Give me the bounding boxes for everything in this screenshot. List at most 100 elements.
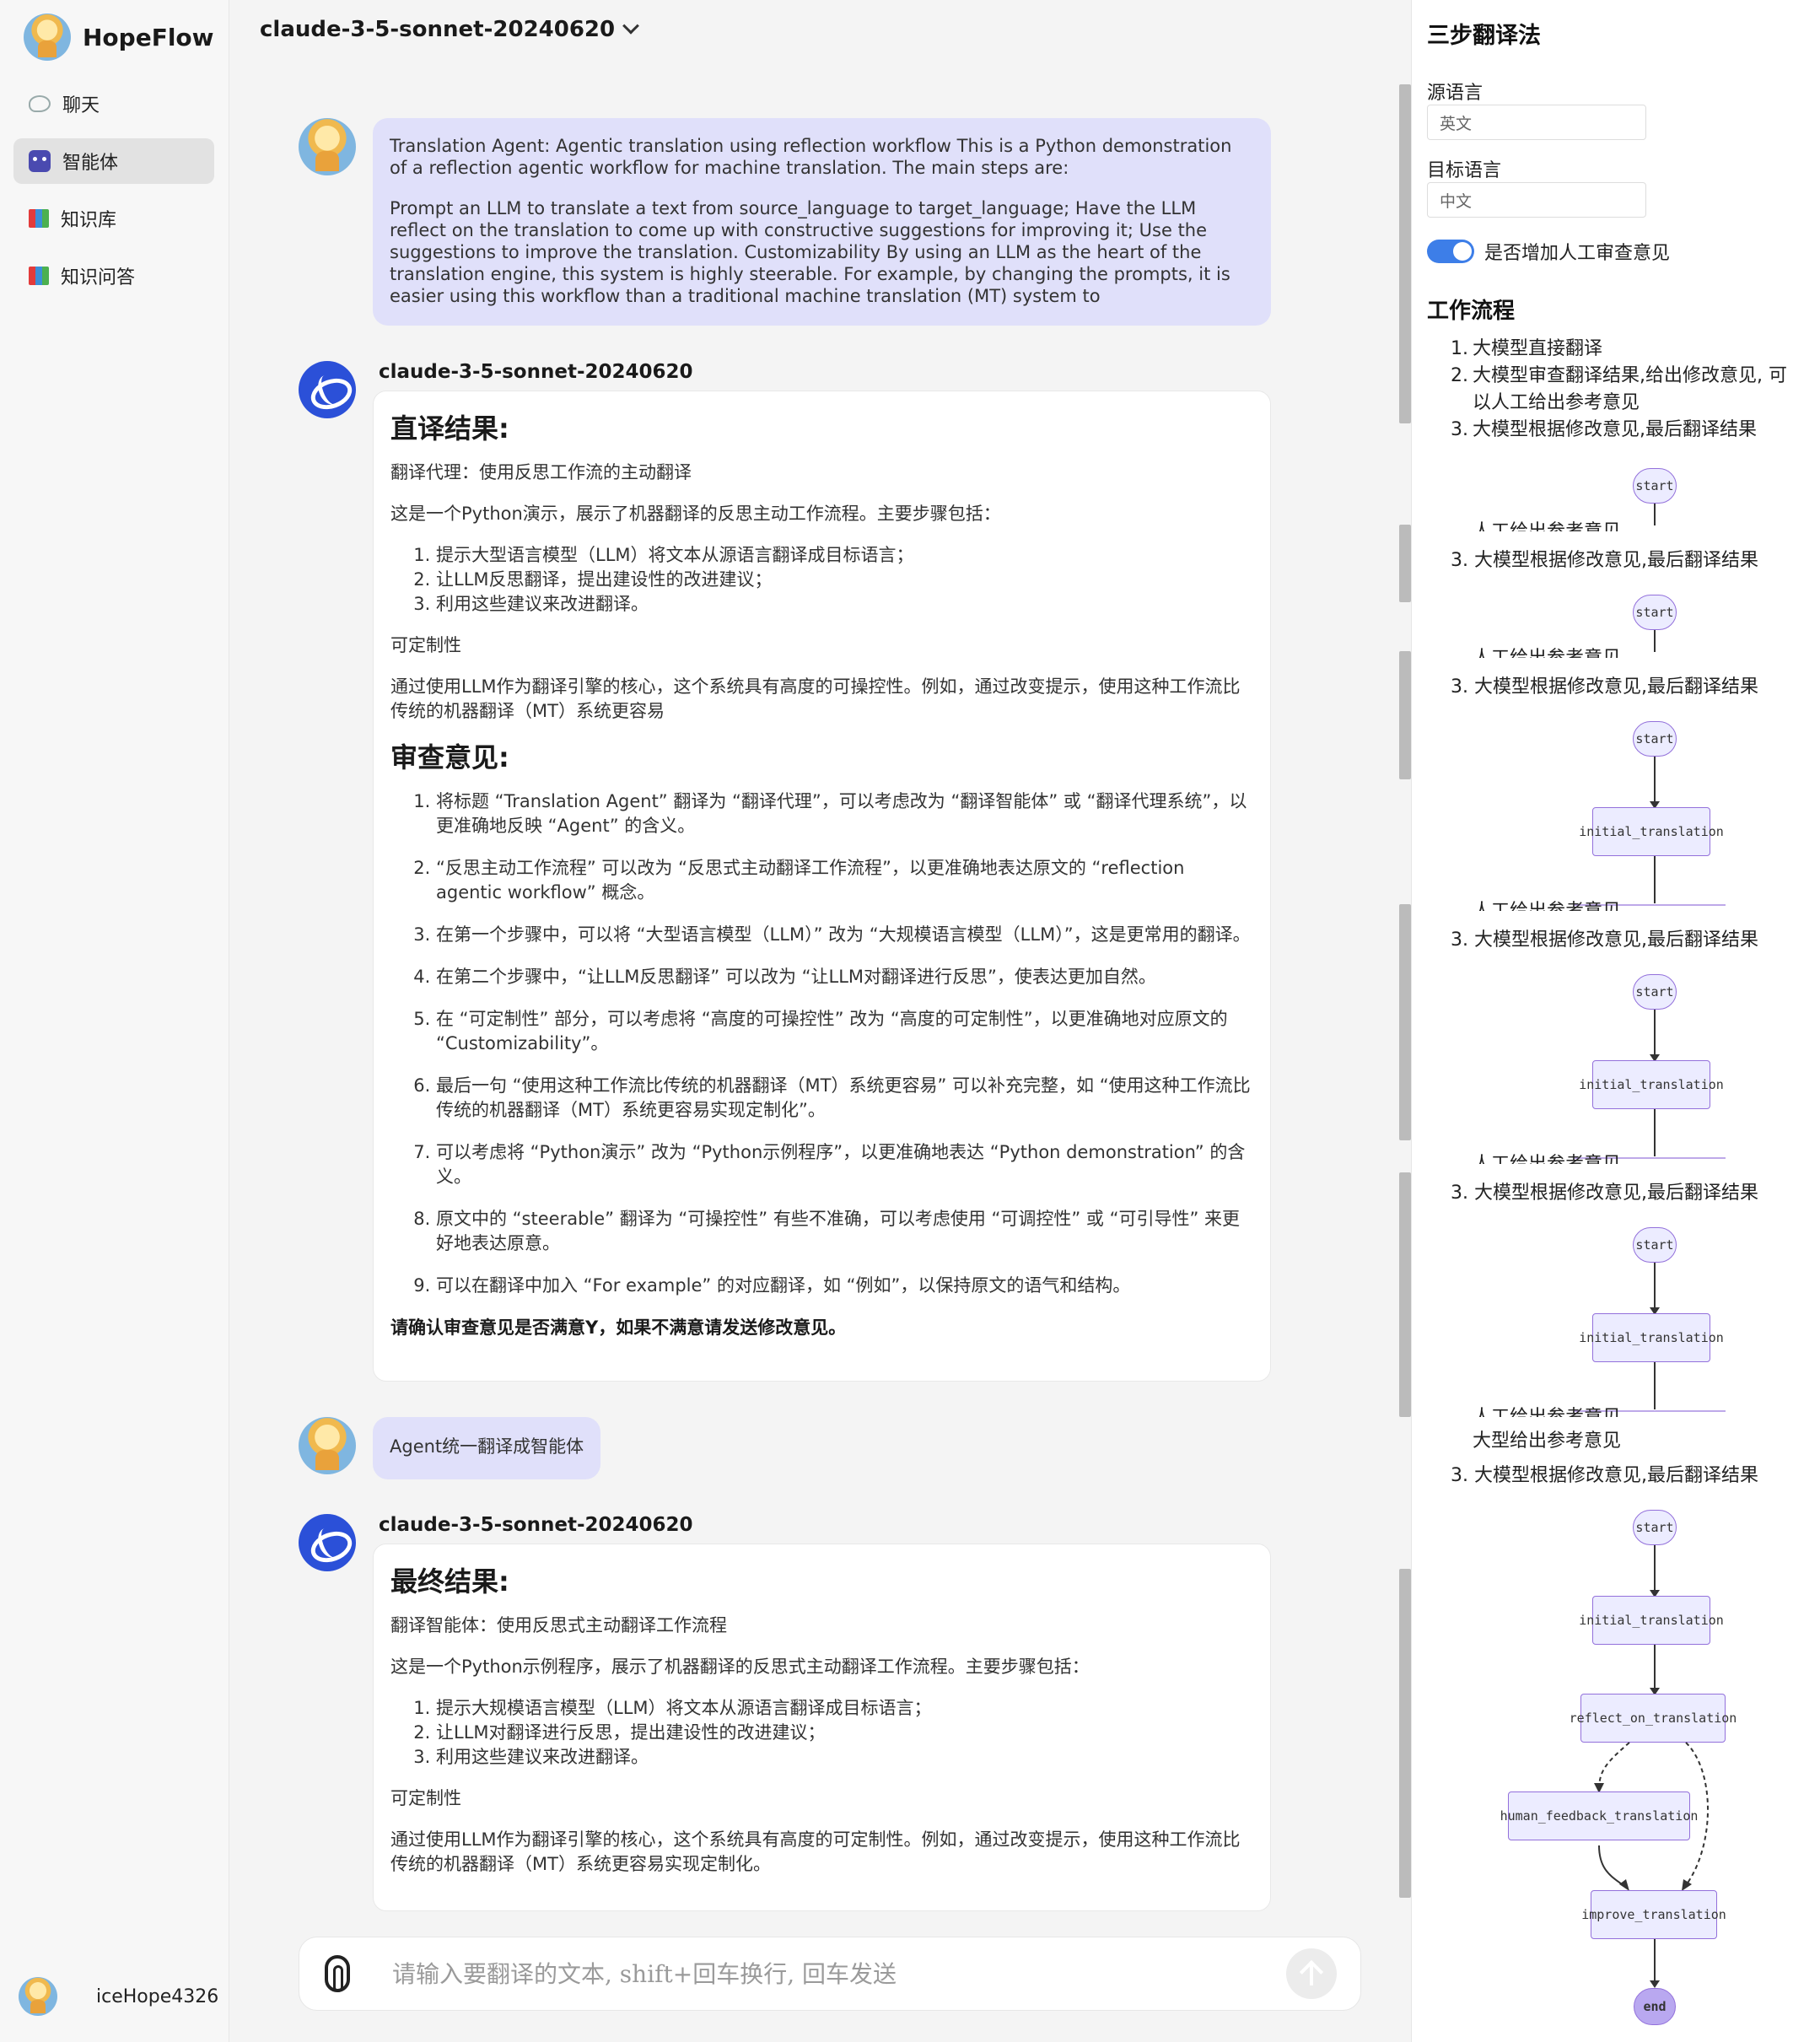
agent-config-panel: 三步翻译法 源语言 目标语言 是否增加人工审查意见 工作流程 1.大模型直接翻译…: [1411, 0, 1820, 2042]
flow-edge: [1650, 1939, 1660, 1988]
message-composer: [299, 1937, 1361, 2011]
bot-name: claude-3-5-sonnet-20240620: [379, 1514, 693, 1536]
workflow-step-repeat: 3. 大模型根据修改意见,最后翻译结果: [1451, 929, 1758, 951]
target-language-input[interactable]: [1427, 182, 1646, 218]
workflow-step: 3. 大模型根据修改意见,最后翻译结果: [1451, 419, 1757, 440]
user-avatar: [19, 1977, 57, 2016]
list-item: 将标题 “Translation Agent” 翻译为 “翻译代理”，可以考虑改…: [436, 789, 1253, 838]
books-icon: [29, 209, 49, 228]
bot-avatar: [299, 361, 356, 418]
workflow-step-repeat: 3. 大模型根据修改意见,最后翻译结果: [1451, 550, 1758, 571]
chat-bubble-icon: [29, 95, 51, 112]
paragraph: 这是一个Python示例程序，展示了机器翻译的反思式主动翻译工作流程。主要步骤包…: [390, 1657, 1090, 1677]
list-item: 提示大规模语言模型（LLM）将文本从源语言翻译成目标语言；: [436, 1696, 1253, 1721]
user-message-text: Translation Agent: Agentic translation u…: [390, 136, 1232, 178]
flow-node-start: start: [1633, 721, 1677, 757]
steps-list: 提示大型语言模型（LLM）将文本从源语言翻译成目标语言； 让LLM反思翻译，提出…: [436, 543, 1253, 617]
user-message-text: Agent统一翻译成智能体: [390, 1436, 584, 1457]
source-language-label: 源语言: [1427, 83, 1483, 104]
flow-edge: [1654, 630, 1656, 652]
source-language-input[interactable]: [1427, 105, 1646, 140]
user-message: Agent统一翻译成智能体: [373, 1417, 601, 1479]
flow-node-start: start: [1633, 595, 1677, 630]
list-item: 提示大型语言模型（LLM）将文本从源语言翻译成目标语言；: [436, 543, 1253, 568]
flow-node-start: start: [1633, 1510, 1677, 1545]
flow-edge: [1654, 1109, 1656, 1156]
flow-node-initial: initial_translation: [1579, 807, 1724, 856]
message-input[interactable]: [392, 1959, 1236, 1988]
list-item: 可以在翻译中加入 “For example” 的对应翻译，如 “例如”，以保持原…: [436, 1274, 1253, 1298]
ghost-text: 人工给出参考意见: [1473, 899, 1621, 911]
flow-node-end: end: [1634, 1988, 1676, 2025]
user-message-text: Prompt an LLM to translate a text from s…: [390, 198, 1230, 306]
sidebar: HopeFlow 聊天 智能体 知识库 知识问答 iceHope4326: [0, 0, 229, 2042]
list-item: 在第二个步骤中，“让LLM反思翻译” 可以改为 “让LLM对翻译进行反思”，使表…: [436, 965, 1253, 989]
list-item: 最后一句 “使用这种工作流比传统的机器翻译（MT）系统更容易” 可以补充完整，如…: [436, 1074, 1253, 1123]
scrollbar-thumb[interactable]: [1399, 84, 1411, 423]
paragraph: 翻译代理：使用反思工作流的主动翻译: [390, 462, 692, 482]
user-message: Translation Agent: Agentic translation u…: [373, 118, 1271, 326]
list-item: 利用这些建议来改进翻译。: [436, 1745, 1253, 1770]
paragraph: 通过使用LLM作为翻译引擎的核心，这个系统具有高度的可定制性。例如，通过改变提示…: [390, 1829, 1241, 1874]
workflow-title: 工作流程: [1427, 299, 1516, 324]
flow-node-human-feedback: human_feedback_translation: [1500, 1791, 1698, 1840]
robot-icon: [26, 150, 53, 172]
target-language-label: 目标语言: [1427, 160, 1502, 181]
paragraph: 通过使用LLM作为翻译引擎的核心，这个系统具有高度的可操控性。例如，通过改变提示…: [390, 676, 1241, 721]
brand[interactable]: HopeFlow: [24, 13, 214, 61]
chat-scrollbar[interactable]: [1399, 84, 1411, 1906]
scrollbar-thumb[interactable]: [1399, 1172, 1411, 1417]
sidebar-item-label: 智能体: [62, 153, 119, 174]
sidebar-item-label: 知识库: [61, 210, 117, 231]
model-selector[interactable]: claude-3-5-sonnet-20240620: [260, 17, 640, 42]
chat-main: claude-3-5-sonnet-20240620 Translation A…: [229, 0, 1411, 2042]
flow-edge: [1654, 504, 1656, 525]
flow-edge: [1654, 856, 1656, 903]
brand-name: HopeFlow: [83, 23, 214, 51]
workflow-step: 1. 大模型直接翻译: [1451, 338, 1603, 359]
bot-message: 最终结果: 翻译智能体：使用反思式主动翻译工作流程 这是一个Python示例程序…: [373, 1544, 1271, 1911]
flow-edge: [1650, 1645, 1660, 1695]
user-avatar: [299, 1417, 356, 1474]
sidebar-item-knowledge-base[interactable]: 知识库: [13, 196, 214, 241]
bot-avatar: [299, 1514, 356, 1571]
user-avatar: [299, 118, 356, 175]
sidebar-item-agent[interactable]: 智能体: [13, 138, 214, 184]
list-item: 在第一个步骤中，可以将 “大型语言模型（LLM）” 改为 “大规模语言模型（LL…: [436, 923, 1253, 947]
flow-edge: [1650, 1263, 1660, 1315]
sidebar-item-knowledge-qa[interactable]: 知识问答: [13, 253, 214, 299]
scrollbar-thumb[interactable]: [1399, 651, 1411, 779]
sidebar-item-chat[interactable]: 聊天: [13, 81, 214, 127]
scrollbar-thumb[interactable]: [1399, 904, 1411, 1140]
list-item: 可以考虑将 “Python演示” 改为 “Python示例程序”，以更准确地表达…: [436, 1140, 1253, 1189]
bot-message: 直译结果: 翻译代理：使用反思工作流的主动翻译 这是一个Python演示，展示了…: [373, 391, 1271, 1382]
list-item: 让LLM对翻译进行反思，提出建设性的改进建议；: [436, 1721, 1253, 1745]
sidebar-nav: 聊天 智能体 知识库 知识问答: [13, 81, 214, 310]
flow-node-initial: initial_translation: [1579, 1313, 1724, 1362]
list-item: 在 “可定制性” 部分，可以考虑将 “高度的可操控性” 改为 “高度的可定制性”…: [436, 1007, 1253, 1056]
paragraph: 可定制性: [390, 1788, 461, 1808]
flow-node-initial: initial_translation: [1579, 1060, 1724, 1109]
scrollbar-thumb[interactable]: [1399, 525, 1411, 602]
paragraph: 可定制性: [390, 635, 461, 655]
sidebar-item-label: 知识问答: [61, 267, 136, 288]
result-heading: 最终结果:: [390, 1565, 509, 1598]
user-name: iceHope4326: [96, 1985, 219, 2007]
list-item: 原文中的 “steerable” 翻译为 “可操控性” 有些不准确，可以考虑使用…: [436, 1207, 1253, 1256]
list-item: 让LLM反思翻译，提出建设性的改进建议；: [436, 568, 1253, 592]
list-item: 利用这些建议来改进翻译。: [436, 592, 1253, 617]
human-review-toggle[interactable]: [1427, 240, 1474, 263]
paperclip-icon[interactable]: [325, 1955, 350, 1992]
flow-node-improve: improve_translation: [1581, 1890, 1726, 1939]
send-button[interactable]: [1286, 1948, 1337, 1999]
user-profile[interactable]: iceHope4326: [19, 1977, 218, 2016]
workflow-steps: 1. 大模型直接翻译 2. 大模型审查翻译结果,给出修改意见, 可以人工给出参考意见…: [1451, 336, 1805, 444]
paragraph: 翻译智能体：使用反思式主动翻译工作流程: [390, 1615, 727, 1635]
flow-edge: [1650, 1545, 1660, 1598]
flow-node-start: start: [1633, 974, 1677, 1010]
scrollbar-thumb[interactable]: [1399, 1569, 1411, 1898]
human-review-toggle-label: 是否增加人工审查意见: [1484, 243, 1671, 264]
workflow-step-repeat: 3. 大模型根据修改意见,最后翻译结果: [1451, 676, 1758, 698]
ghost-text: 人工给出参考意见: [1473, 646, 1621, 658]
workflow-step: 2. 大模型审查翻译结果,给出修改意见, 可以人工给出参考意见: [1451, 365, 1787, 413]
